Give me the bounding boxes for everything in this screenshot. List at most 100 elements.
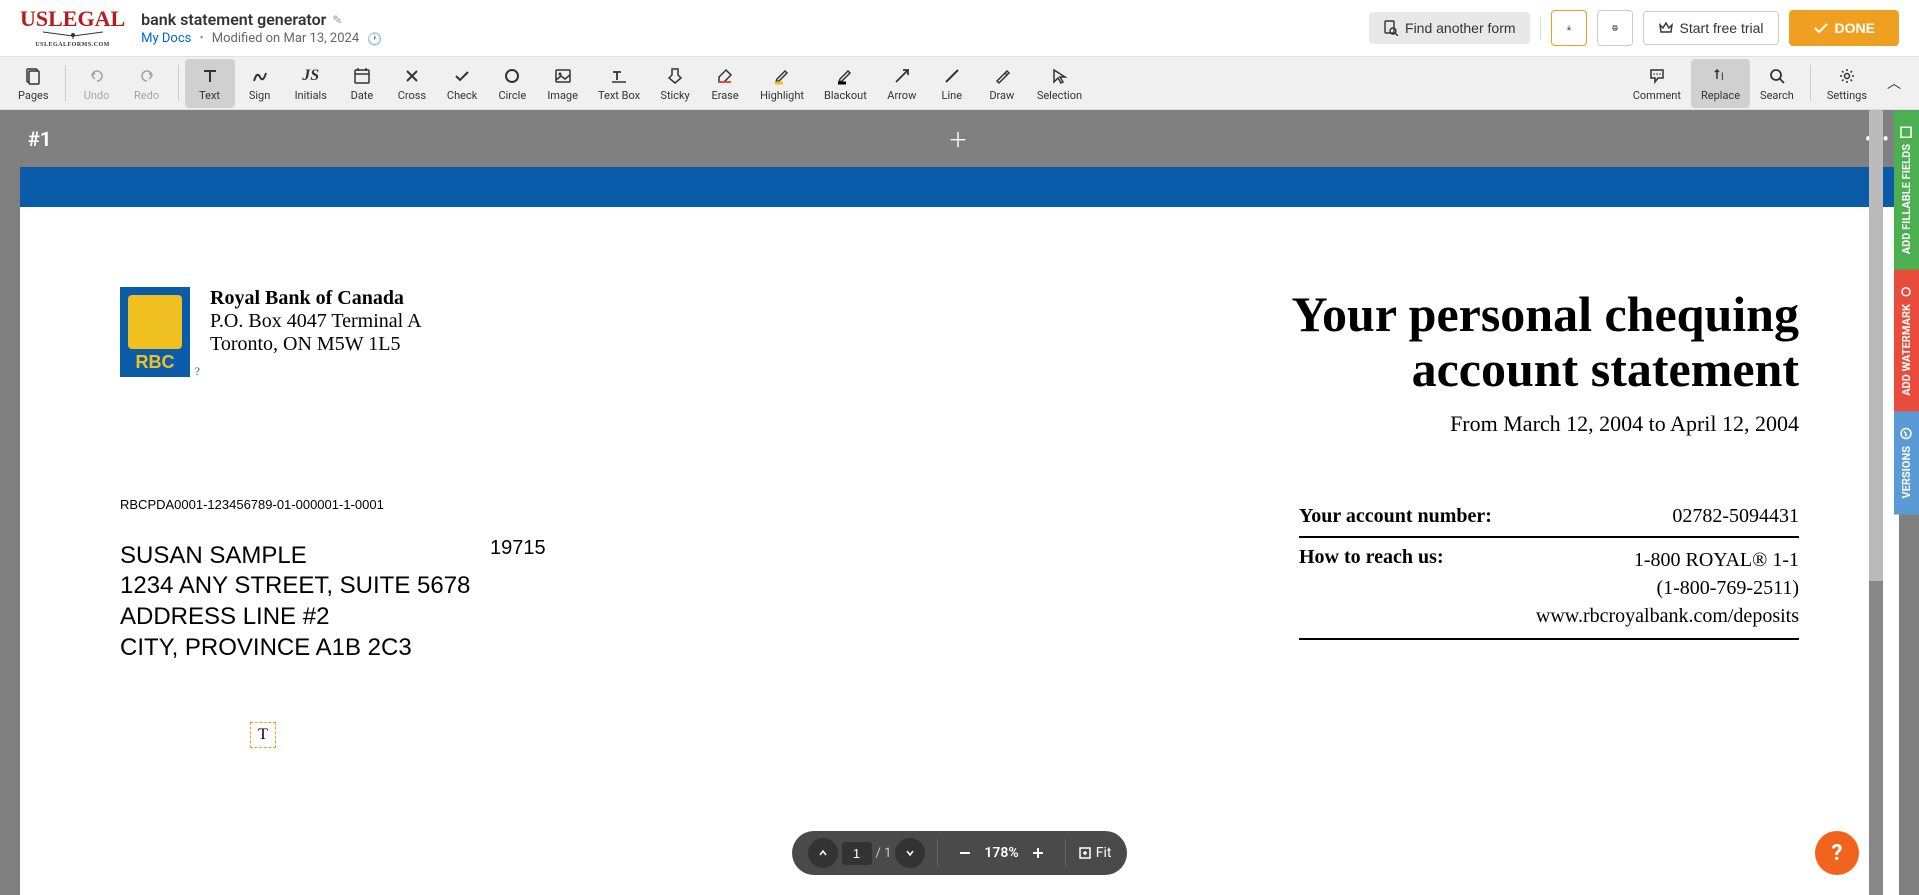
highlight-icon (773, 65, 791, 87)
tool-pages[interactable]: Pages (8, 59, 59, 108)
redo-label: Redo (134, 89, 159, 102)
textbox-label: Text Box (598, 89, 640, 102)
undo-icon (88, 65, 106, 87)
start-trial-button[interactable]: Start free trial (1643, 11, 1779, 45)
rbc-lion-icon (128, 295, 182, 349)
page-zoom-controls: / 1 178% Fit (792, 831, 1128, 875)
text-insertion-cursor[interactable]: T (250, 722, 276, 748)
edit-icon[interactable]: ✎ (332, 13, 342, 27)
account-info-block: Your account number: 02782-5094431 How t… (1299, 497, 1799, 664)
account-number-value: 02782-5094431 (1672, 505, 1799, 528)
done-button[interactable]: DONE (1789, 10, 1899, 46)
page-current-input[interactable] (842, 842, 872, 865)
tool-arrow[interactable]: Arrow (877, 59, 927, 108)
logo-subtext: USLEGALFORMS.COM (35, 42, 110, 48)
doc-title[interactable]: bank statement generator (141, 10, 326, 29)
rbc-text: RBC (136, 352, 175, 373)
separator-dot: • (199, 31, 203, 46)
bank-addr-line2: Toronto, ON M5W 1L5 (210, 333, 422, 356)
tool-initials[interactable]: JS Initials (285, 59, 337, 108)
statement-date-range: From March 12, 2004 to April 12, 2004 (1291, 411, 1799, 437)
tool-check[interactable]: Check (437, 59, 487, 108)
sign-icon (251, 65, 269, 87)
check-icon (1813, 20, 1829, 36)
sticky-label: Sticky (660, 89, 689, 102)
clock-icon[interactable]: 🕐 (367, 32, 382, 46)
collapse-toolbar-icon[interactable]: ︿ (1877, 73, 1911, 93)
tool-sign[interactable]: Sign (235, 59, 285, 108)
done-label: DONE (1835, 20, 1875, 36)
side-tab-watermark[interactable]: ADD WATERMARK (1894, 270, 1919, 412)
side-tab-fillable[interactable]: ADD FILLABLE FIELDS (1894, 110, 1919, 270)
tool-image[interactable]: Image (537, 59, 588, 108)
print-button[interactable] (1597, 10, 1633, 46)
scrollbar-thumb[interactable] (1869, 110, 1883, 581)
download-icon (1566, 20, 1572, 36)
tool-comment[interactable]: Comment (1623, 59, 1691, 108)
settings-label: Settings (1827, 89, 1867, 102)
fit-button[interactable]: Fit (1078, 845, 1112, 861)
download-button[interactable] (1551, 10, 1587, 46)
tool-redo[interactable]: Redo (122, 59, 172, 108)
print-icon (1612, 20, 1618, 36)
account-number-row: Your account number: 02782-5094431 (1299, 497, 1799, 538)
doc-info: bank statement generator ✎ My Docs • Mod… (141, 10, 382, 46)
separator (1540, 16, 1541, 40)
pages-icon (24, 65, 42, 87)
help-button[interactable]: ? (1815, 831, 1859, 875)
selection-label: Selection (1037, 89, 1082, 102)
initials-icon: JS (302, 65, 319, 87)
draw-icon (993, 65, 1011, 87)
tool-sticky[interactable]: Sticky (650, 59, 700, 108)
page-prev-button[interactable] (808, 838, 838, 868)
fit-section[interactable]: Fit (1068, 831, 1122, 875)
date-label: Date (351, 89, 374, 102)
tool-draw[interactable]: Draw (977, 59, 1027, 108)
find-form-label: Find another form (1405, 20, 1516, 36)
tool-line[interactable]: Line (927, 59, 977, 108)
add-page-icon[interactable]: ＋ (948, 124, 968, 153)
canvas-area[interactable]: #1 ＋ ••• RBC ? Royal Bank of Canada (0, 110, 1919, 895)
app-header: USLEGAL USLEGALFORMS.COM bank statement … (0, 0, 1919, 57)
toolbar-separator (65, 65, 66, 101)
side-tabs: ADD FILLABLE FIELDS ADD WATERMARK VERSIO… (1894, 110, 1919, 515)
header-left: USLEGAL USLEGALFORMS.COM bank statement … (20, 8, 382, 48)
sign-label: Sign (249, 89, 270, 102)
highlight-label: Highlight (760, 89, 804, 102)
logo-help-icon[interactable]: ? (195, 364, 200, 379)
image-label: Image (547, 89, 578, 102)
erase-icon (716, 65, 734, 87)
tool-blackout[interactable]: Blackout (814, 59, 877, 108)
fillable-icon (1901, 126, 1913, 138)
draw-label: Draw (989, 89, 1014, 102)
tool-textbox[interactable]: Text Box (588, 59, 650, 108)
cross-label: Cross (398, 89, 426, 102)
header-right: Find another form Start free trial DONE (1369, 10, 1899, 46)
tool-text[interactable]: Text (185, 59, 235, 108)
tool-search[interactable]: Search (1750, 59, 1804, 108)
tool-erase[interactable]: Erase (700, 59, 750, 108)
contact-row: How to reach us: 1-800 ROYAL® 1-1 (1-800… (1299, 538, 1799, 640)
tool-date[interactable]: Date (337, 59, 387, 108)
tool-undo[interactable]: Undo (72, 59, 122, 108)
vertical-scrollbar[interactable] (1869, 110, 1883, 895)
tool-selection[interactable]: Selection (1027, 59, 1092, 108)
find-form-button[interactable]: Find another form (1369, 12, 1530, 44)
mydocs-link[interactable]: My Docs (141, 31, 191, 46)
zoom-out-button[interactable] (950, 838, 980, 868)
tool-settings[interactable]: Settings (1817, 59, 1877, 108)
replace-icon: I (1712, 65, 1730, 87)
side-tab-versions[interactable]: VERSIONS (1894, 412, 1919, 515)
tool-highlight[interactable]: Highlight (750, 59, 814, 108)
page-next-button[interactable] (895, 838, 925, 868)
textbox-icon (610, 65, 628, 87)
tool-circle[interactable]: Circle (487, 59, 537, 108)
tool-cross[interactable]: Cross (387, 59, 437, 108)
tool-replace[interactable]: I Replace (1691, 59, 1750, 108)
zoom-in-button[interactable] (1023, 838, 1053, 868)
circle-icon (503, 65, 521, 87)
document-page[interactable]: RBC ? Royal Bank of Canada P.O. Box 4047… (20, 167, 1899, 895)
bank-addr-line1: P.O. Box 4047 Terminal A (210, 310, 422, 333)
page-number: #1 (28, 127, 51, 151)
uslegal-logo[interactable]: USLEGAL USLEGALFORMS.COM (20, 8, 125, 48)
